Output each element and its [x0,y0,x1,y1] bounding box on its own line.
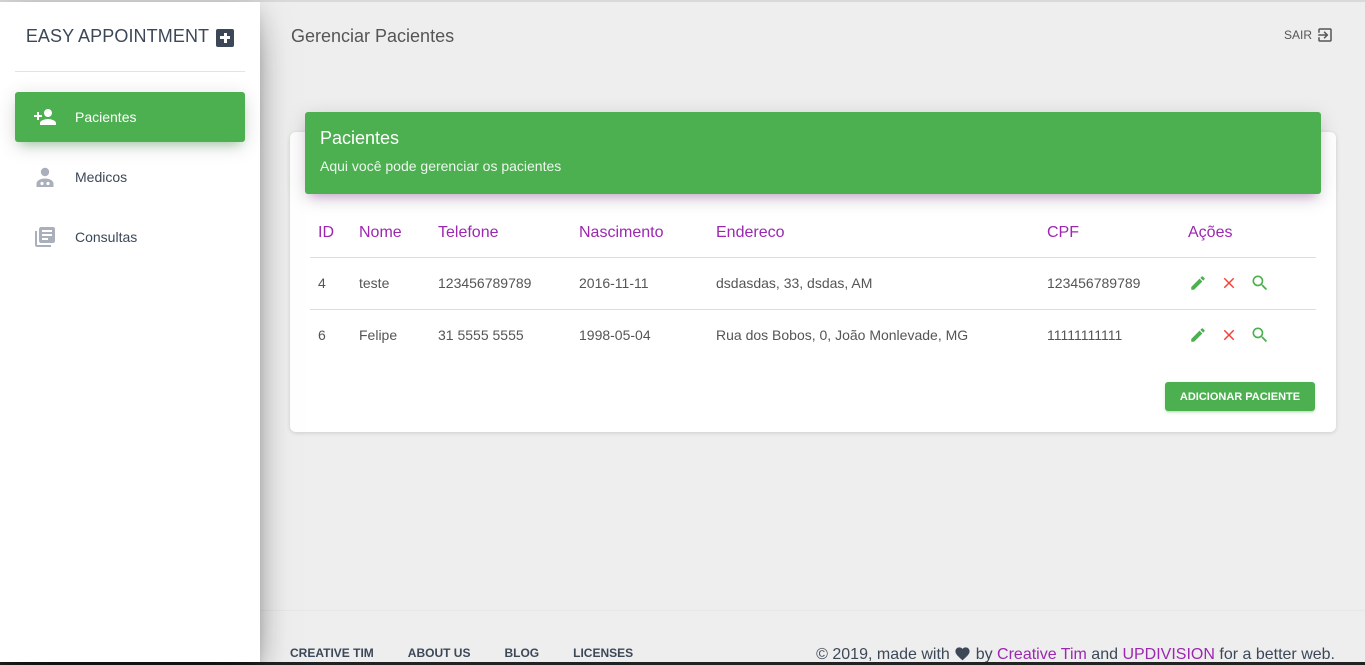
footer-link-licenses[interactable]: LICENSES [573,646,633,660]
library-books-icon [33,225,57,249]
brand-name: EASY APPOINTMENT [25,26,210,46]
cell-nome: Felipe [359,327,398,344]
doctor-icon [33,165,57,189]
sidebar-item-medicos[interactable]: Medicos [15,152,245,202]
edit-icon[interactable] [1188,325,1208,345]
column-header-nascimento: Nascimento [571,210,708,258]
footer-links: CREATIVE TIM ABOUT US BLOG LICENSES [290,646,667,660]
column-header-telefone: Telefone [430,210,571,258]
cell-nascimento: 1998-05-04 [579,327,651,344]
sidebar-item-label: Pacientes [75,109,137,125]
heart-icon [955,647,970,661]
brand[interactable]: EASY APPOINTMENT [15,2,245,72]
footer-link-about-us[interactable]: ABOUT US [408,646,471,660]
creative-tim-link[interactable]: Creative Tim [997,646,1087,663]
add-patient-button[interactable]: ADICIONAR PACIENTE [1165,382,1315,411]
table-row: 4 teste 123456789789 2016-11-11 dsdasdas… [310,257,1316,310]
person-add-icon [33,105,57,129]
cell-actions [1180,257,1316,310]
logout-button[interactable]: SAIR [1284,26,1334,44]
footer-link-blog[interactable]: BLOG [504,646,539,660]
cell-cpf: 11111111111 [1047,327,1123,344]
card-title: Pacientes [320,128,400,148]
copyright-prefix: © 2019, made with [816,646,950,663]
table-row: 6 Felipe 31 5555 5555 1998-05-04 Rua dos… [310,309,1316,361]
delete-icon[interactable] [1219,273,1239,293]
column-header-endereco: Endereco [708,210,1039,258]
cell-cpf: 123456789789 [1039,257,1180,310]
column-header-id: ID [310,210,351,258]
cell-id: 6 [318,327,326,344]
table-header-row: ID Nome Telefone Nascimento Endereco CPF… [310,210,1316,258]
search-icon[interactable] [1250,325,1270,345]
cell-id: 4 [310,257,351,310]
copyright-by: by [975,646,993,663]
sidebar-nav: Pacientes Medicos Consultas [15,92,245,272]
column-header-nome: Nome [351,210,430,258]
cell-nome: teste [351,257,430,310]
card-subtitle: Aqui você pode gerenciar os pacientes [320,158,562,174]
column-header-acoes: Ações [1180,210,1316,258]
sidebar-item-pacientes[interactable]: Pacientes [15,92,245,142]
sidebar-item-consultas[interactable]: Consultas [15,212,245,262]
delete-icon[interactable] [1219,325,1239,345]
exit-icon [1318,28,1332,42]
cell-nascimento: 2016-11-11 [571,257,708,310]
edit-icon[interactable] [1188,273,1208,293]
page-title: Gerenciar Pacientes [291,26,455,46]
footer: CREATIVE TIM ABOUT US BLOG LICENSES © 20… [260,610,1365,663]
sidebar-item-label: Medicos [75,169,128,185]
search-icon[interactable] [1250,273,1270,293]
card-header: Pacientes Aqui você pode gerenciar os pa… [305,112,1321,194]
cell-endereco: Rua dos Bobos, 0, João Monlevade, MG [716,327,969,344]
copyright-and: and [1091,646,1118,663]
cell-actions [1180,309,1316,361]
copyright-suffix: for a better web. [1219,646,1335,663]
cell-endereco: dsdasdas, 33, dsdas, AM [708,257,1039,310]
cell-telefone: 123456789789 [430,257,571,310]
updivision-link[interactable]: UPDIVISION [1122,646,1214,663]
column-header-cpf: CPF [1039,210,1180,258]
cell-telefone: 31 5555 5555 [438,327,524,344]
hospital-plus-icon [216,28,235,47]
sidebar-item-label: Consultas [75,229,138,245]
sidebar: EASY APPOINTMENT Pacientes Medicos Consu… [0,2,260,662]
footer-link-creative-tim[interactable]: CREATIVE TIM [290,646,374,660]
patients-table: ID Nome Telefone Nascimento Endereco CPF… [310,210,1316,361]
logout-label: SAIR [1284,28,1313,42]
